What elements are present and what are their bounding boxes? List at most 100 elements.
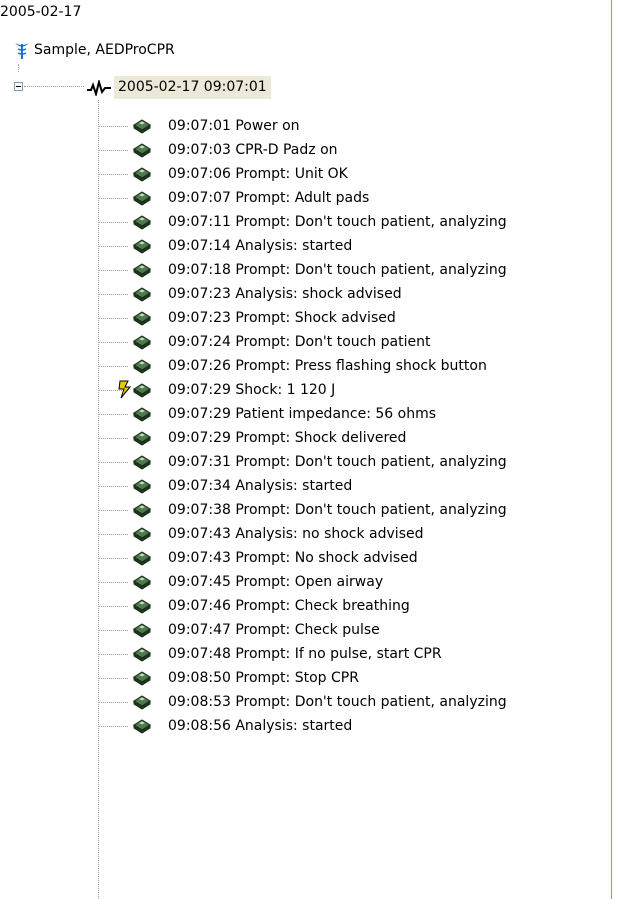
event-label: 09:08:50 Prompt: Stop CPR [168, 670, 359, 686]
tree-node-event[interactable]: 09:07:26 Prompt: Press flashing shock bu… [0, 354, 611, 378]
event-label: 09:07:23 Prompt: Shock advised [168, 310, 396, 326]
session-node-label: 2005-02-17 09:07:01 [114, 76, 271, 99]
tree-line-branch [98, 582, 128, 583]
date-node-label: 2005-02-17 [0, 4, 82, 20]
tree-line-branch [98, 702, 128, 703]
tree-line-branch [98, 534, 128, 535]
event-label: 09:08:53 Prompt: Don't touch patient, an… [168, 694, 507, 710]
device-event-icon [133, 215, 151, 230]
event-label: 09:07:26 Prompt: Press flashing shock bu… [168, 358, 487, 374]
device-event-icon [133, 599, 151, 614]
device-event-icon [133, 143, 151, 158]
tree-node-event[interactable]: 09:07:14 Analysis: started [0, 234, 611, 258]
tree-node-event[interactable]: 09:08:50 Prompt: Stop CPR [0, 666, 611, 690]
event-label: 09:07:18 Prompt: Don't touch patient, an… [168, 262, 507, 278]
event-label: 09:07:01 Power on [168, 118, 300, 134]
tree-node-event[interactable]: 09:07:43 Analysis: no shock advised [0, 522, 611, 546]
tree-node-event[interactable]: 09:07:29 Shock: 1 120 J [0, 378, 611, 402]
tree-node-event[interactable]: 09:07:18 Prompt: Don't touch patient, an… [0, 258, 611, 282]
tree-node-event[interactable]: 09:07:11 Prompt: Don't touch patient, an… [0, 210, 611, 234]
tree-line-branch [98, 222, 128, 223]
tree-line-branch [98, 270, 128, 271]
event-label: 09:07:03 CPR-D Padz on [168, 142, 338, 158]
event-label: 09:07:45 Prompt: Open airway [168, 574, 384, 590]
device-event-icon [133, 407, 151, 422]
device-event-icon [133, 191, 151, 206]
device-event-icon [133, 287, 151, 302]
tree-line-branch [98, 654, 128, 655]
tree-node-event[interactable]: 09:07:31 Prompt: Don't touch patient, an… [0, 450, 611, 474]
event-label: 09:07:31 Prompt: Don't touch patient, an… [168, 454, 507, 470]
lightning-bolt-icon [118, 380, 132, 399]
event-label: 09:07:14 Analysis: started [168, 238, 353, 254]
tree-line-branch [98, 246, 128, 247]
tree-node-event[interactable]: 09:07:29 Patient impedance: 56 ohms [0, 402, 611, 426]
tree-node-event[interactable]: 09:07:03 CPR-D Padz on [0, 138, 611, 162]
tree-node-event[interactable]: 09:07:06 Prompt: Unit OK [0, 162, 611, 186]
device-event-icon [133, 527, 151, 542]
tree-line-branch [98, 438, 128, 439]
event-label: 09:07:47 Prompt: Check pulse [168, 622, 380, 638]
tree-node-event[interactable]: 09:08:56 Analysis: started [0, 714, 611, 738]
device-event-icon [133, 239, 151, 254]
tree-node-event[interactable]: 09:07:48 Prompt: If no pulse, start CPR [0, 642, 611, 666]
device-event-icon [133, 575, 151, 590]
device-event-icon [133, 383, 151, 398]
event-label: 09:07:06 Prompt: Unit OK [168, 166, 348, 182]
tree-line-branch [98, 558, 128, 559]
device-event-icon [133, 311, 151, 326]
tree-node-event[interactable]: 09:08:53 Prompt: Don't touch patient, an… [0, 690, 611, 714]
tree-node-event[interactable]: 09:07:01 Power on [0, 114, 611, 138]
tree-node-event[interactable]: 09:07:07 Prompt: Adult pads [0, 186, 611, 210]
tree-line-branch [98, 510, 128, 511]
tree-node-event[interactable]: 09:07:45 Prompt: Open airway [0, 570, 611, 594]
tree-line-branch [98, 198, 128, 199]
tree-node-event[interactable]: 09:07:23 Analysis: shock advised [0, 282, 611, 306]
tree-node-event[interactable]: 09:07:29 Prompt: Shock delivered [0, 426, 611, 450]
tree-line-branch [98, 414, 128, 415]
tree-line-branch [98, 342, 128, 343]
event-label: 09:07:07 Prompt: Adult pads [168, 190, 370, 206]
device-event-icon [133, 647, 151, 662]
device-event-icon [133, 719, 151, 734]
device-event-icon [133, 431, 151, 446]
event-label: 09:07:34 Analysis: started [168, 478, 353, 494]
event-label: 09:07:23 Analysis: shock advised [168, 286, 402, 302]
tree-line-root [18, 64, 19, 72]
tree-node-event[interactable]: 09:07:24 Prompt: Don't touch patient [0, 330, 611, 354]
tree-node-event[interactable]: 09:07:38 Prompt: Don't touch patient, an… [0, 498, 611, 522]
device-event-icon [133, 119, 151, 134]
event-label: 09:07:48 Prompt: If no pulse, start CPR [168, 646, 442, 662]
collapse-toggle-icon[interactable] [14, 82, 23, 91]
tree-node-event[interactable]: 09:07:34 Analysis: started [0, 474, 611, 498]
event-label: 09:07:11 Prompt: Don't touch patient, an… [168, 214, 507, 230]
device-event-icon [133, 623, 151, 638]
event-label: 09:08:56 Analysis: started [168, 718, 353, 734]
event-label: 09:07:29 Prompt: Shock delivered [168, 430, 407, 446]
event-label: 09:07:43 Analysis: no shock advised [168, 526, 424, 542]
event-label: 09:07:38 Prompt: Don't touch patient, an… [168, 502, 507, 518]
tree-line-branch [98, 630, 128, 631]
event-label: 09:07:24 Prompt: Don't touch patient [168, 334, 431, 350]
event-tree[interactable]: 2005-02-17 Sample, AEDProCPR 2005-02-17 … [0, 0, 612, 899]
device-event-icon [133, 455, 151, 470]
tree-line-session [24, 86, 84, 87]
device-event-icon [133, 335, 151, 350]
tree-node-event[interactable]: 09:07:43 Prompt: No shock advised [0, 546, 611, 570]
event-label: 09:07:29 Shock: 1 120 J [168, 382, 336, 398]
tree-line-branch [98, 366, 128, 367]
device-event-icon [133, 359, 151, 374]
caduceus-icon [15, 43, 29, 59]
tree-node-event[interactable]: 09:07:47 Prompt: Check pulse [0, 618, 611, 642]
tree-line-branch [98, 726, 128, 727]
event-label: 09:07:46 Prompt: Check breathing [168, 598, 410, 614]
device-event-icon [133, 479, 151, 494]
tree-node-event[interactable]: 09:07:23 Prompt: Shock advised [0, 306, 611, 330]
patient-node-label: Sample, AEDProCPR [34, 42, 175, 58]
device-event-icon [133, 167, 151, 182]
event-label: 09:07:43 Prompt: No shock advised [168, 550, 418, 566]
tree-node-event[interactable]: 09:07:46 Prompt: Check breathing [0, 594, 611, 618]
tree-line-branch [98, 678, 128, 679]
device-event-icon [133, 503, 151, 518]
tree-line-branch [98, 486, 128, 487]
